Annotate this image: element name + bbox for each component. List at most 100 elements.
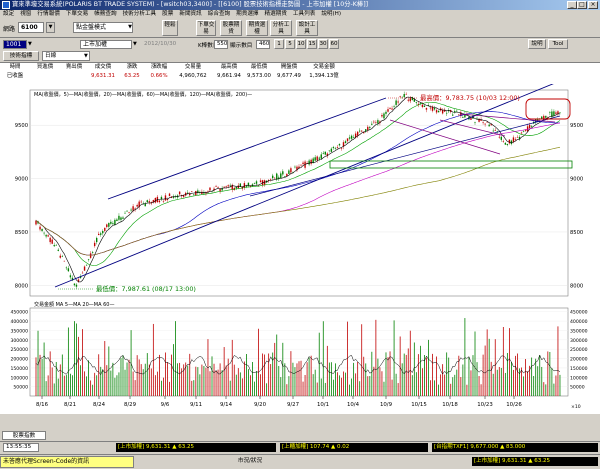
code-input[interactable]: 6100 [18,22,44,33]
price-tick-left: 9500 [15,123,28,129]
menu-item-6[interactable]: 股票 [159,10,176,18]
status-index: [上市加權] 9,631.31 ▲ 63.25 [472,457,598,466]
candle-body [75,284,78,287]
candle-body [522,131,525,132]
menu-item-4[interactable]: 帳務查詢 [91,10,119,18]
candle-body [429,107,432,109]
period-button-15[interactable]: 15 [307,39,317,49]
period-input[interactable]: 460 [256,40,270,49]
code-dropdown-icon[interactable]: ▼ [46,22,55,33]
date-tick-label: 10/15 [411,402,427,408]
price-tick-left: 9000 [15,177,28,183]
mode-dropdown-icon[interactable]: ▼ [127,23,133,32]
menu-item-7[interactable]: 新聞資訊 [176,10,204,18]
candle-body [274,177,276,179]
menu-item-10[interactable]: 精選期貨 [262,10,290,18]
date-tick-label: 9/6 [161,402,170,408]
period-button-5[interactable]: 5 [285,39,295,49]
toolbar-button-3[interactable]: 期貨選權 [246,20,268,36]
window-title: 寶來準壕交易系統(POLARIS BT TRADE SYSTEM) - [wsi… [12,1,369,8]
period-button-60[interactable]: 60 [329,39,339,49]
mode-select[interactable]: 點金盤模式 [73,22,133,33]
technical-indicator-button[interactable]: 技術指標 [3,51,39,61]
high-price-label: 最高價：9,783.75 (10/03 12:00) [420,93,520,102]
period-button-1[interactable]: 1 [274,39,284,49]
menu-bar: 設定 視窗 行情報價 下單交易 帳務查詢 技術分析工具 股票 新聞資訊 綜合查詢 期貨選擇 精選期貨… [0,10,600,18]
table-cell: 9,677.49 [276,73,301,79]
candle-body [476,117,478,119]
date-tick-label: 10/18 [442,402,458,408]
maximize-button[interactable]: □ [577,1,587,9]
candle-body [253,183,256,184]
menu-item-9[interactable]: 期貨選擇 [233,10,261,18]
candle-body [81,272,84,274]
candle-body [346,138,349,142]
menu-item-8[interactable]: 綜合查詢 [205,10,233,18]
bottom-panel: 股票指數 13:55:35 [上市加權] 9,631.31 ▲ 63.25 [上… [0,414,600,469]
toolbar-button-4[interactable]: 分析工具 [270,20,292,36]
candle-body [530,126,533,127]
menu-item-5[interactable]: 技術分析工具 [120,10,160,18]
candle-body [227,185,229,187]
candle-body [437,110,440,113]
menu-item-1[interactable]: 視窗 [17,10,34,18]
stock-code-dropdown-icon[interactable]: ▼ [28,40,34,49]
bars-input[interactable]: 550 [214,40,228,49]
price-panel-frame [29,89,569,297]
candle-body [69,275,72,278]
candle-body [178,191,181,195]
toolbar-button-1[interactable]: 下單交易 [196,20,216,36]
candle-body [215,186,217,187]
help-button[interactable]: 說明 [528,39,546,49]
stock-code-input[interactable]: 1001 [3,40,27,49]
period-button-30[interactable]: 30 [318,39,328,49]
candle-body [367,126,369,130]
candle-body [508,139,511,144]
candle-body [397,101,399,103]
candle-body [310,159,312,164]
stock-index-tab[interactable]: 股票指數 [2,431,46,440]
ticker-bar: 13:55:35 [上市加權] 9,631.31 ▲ 63.25 [上櫃加權] … [0,441,600,452]
menu-item-0[interactable]: 設定 [0,10,17,18]
table-header: 交易量 [184,64,202,70]
candle-body [484,123,486,125]
date-tick-label: 10/23 [477,402,493,408]
candle-body [502,141,505,142]
status-market: 市況/狀況 [237,458,263,464]
toolbar-button-5[interactable]: 設計工具 [296,20,318,36]
candle-body [164,195,167,201]
table-cell: 9,631.31 [90,73,115,79]
interval-dropdown-icon[interactable]: ▼ [84,52,90,60]
stock-name-dropdown-icon[interactable]: ▼ [133,40,139,49]
date-range-field[interactable]: 2012/10/30 [144,41,176,47]
candle-body [389,107,391,109]
menu-item-12[interactable]: 說明(H) [318,10,344,18]
price-volume-chart[interactable]: MA(收盤價，5)—MA(收盤價，20)—MA(收盤價，60)—MA(收盤價，1… [0,71,600,414]
candle-body [369,126,371,128]
chart-area[interactable]: MA(收盤價，5)—MA(收盤價，20)—MA(收盤價，60)—MA(收盤價，1… [0,71,600,414]
toolbar-button-2[interactable]: 股票期貨 [220,20,242,36]
stock-name-field[interactable]: 上市加權 [80,40,132,49]
candle-body [445,112,448,114]
candle-body [452,114,454,116]
candle-body [93,242,96,247]
status-message: 未答應代理Screen-Code的資訊 [0,456,134,468]
menu-item-3[interactable]: 下單交易 [63,10,91,18]
candle-body [413,99,416,102]
clock-display: 13:55:35 [3,443,39,452]
candle-body [504,142,507,145]
close-button[interactable]: × [588,1,598,9]
volume-tick-right: 300000 [570,338,588,344]
candle-body [203,192,205,194]
tool-button[interactable]: Tool [548,39,568,49]
candle-body [247,182,250,186]
candle-body [140,201,142,203]
menu-item-11[interactable]: 工具列表 [290,10,318,18]
period-button-10[interactable]: 10 [296,39,306,49]
minimize-button[interactable]: _ [567,1,577,9]
toolbar-button-0[interactable]: 輕鬆 [162,20,178,36]
menu-item-2[interactable]: 行情報價 [34,10,62,18]
interval-select[interactable]: 日線 [42,51,90,61]
candle-body [381,114,383,117]
volume-unit: ×10 [571,404,581,410]
